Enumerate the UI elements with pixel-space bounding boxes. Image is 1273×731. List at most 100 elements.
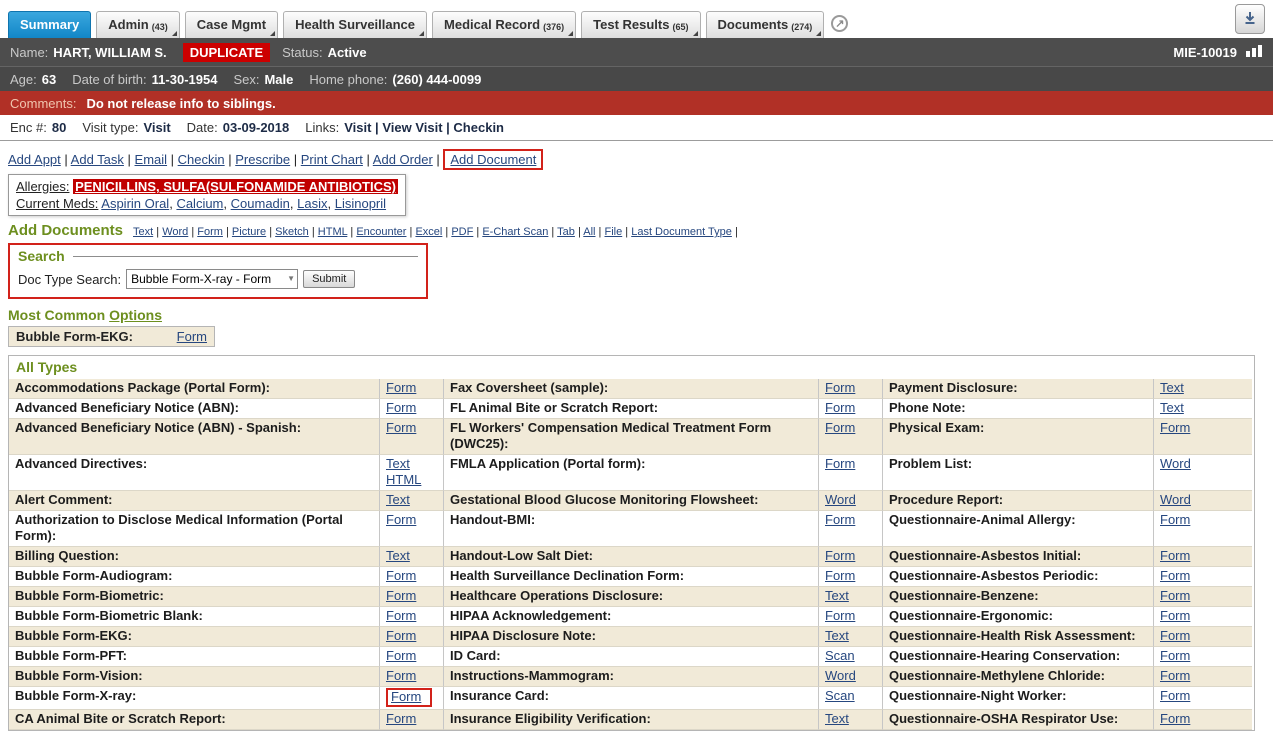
tab-documents[interactable]: Documents(274) (706, 11, 825, 38)
allergies-label-link[interactable]: Allergies: (16, 179, 69, 194)
doc-link-advanced-directives-text[interactable]: Text (386, 456, 437, 472)
doc-link-bubble-form-biometric-blank-form[interactable]: Form (386, 608, 416, 624)
encounter-link-checkin[interactable]: Checkin (453, 120, 504, 135)
encounter-link-visit[interactable]: Visit (344, 120, 371, 135)
tab-health-surveillance[interactable]: Health Surveillance (283, 11, 427, 38)
most-common-item-form-link[interactable]: Form (177, 329, 207, 344)
doc-link-health-surveillance-declination-form-form[interactable]: Form (825, 568, 855, 584)
tab-medical-record[interactable]: Medical Record(376) (432, 11, 576, 38)
tab-summary[interactable]: Summary (8, 11, 91, 38)
action-link-add-order[interactable]: Add Order (373, 152, 433, 167)
doctype-link-all[interactable]: All (583, 226, 595, 238)
most-common-options-link[interactable]: Options (109, 307, 162, 323)
doctype-link-picture[interactable]: Picture (232, 226, 266, 238)
action-links: Add Appt | Add Task | Email | Checkin | … (8, 149, 1263, 170)
doctype-link-file[interactable]: File (604, 226, 622, 238)
doc-link-accommodations-package-portal-form-form[interactable]: Form (386, 380, 416, 396)
doc-link-id-card-scan[interactable]: Scan (825, 648, 855, 664)
status-label: Status: (282, 45, 322, 60)
doc-link-problem-list-word[interactable]: Word (1160, 456, 1191, 472)
med-link-calcium[interactable]: Calcium (176, 196, 223, 211)
med-link-coumadin[interactable]: Coumadin (231, 196, 290, 211)
doc-link-bubble-form-pft-form[interactable]: Form (386, 648, 416, 664)
doctype-link-pdf[interactable]: PDF (451, 226, 473, 238)
doc-link-phone-note-text[interactable]: Text (1160, 400, 1184, 416)
doc-link-questionnaire-benzene-form[interactable]: Form (1160, 588, 1190, 604)
doc-type-links-cell: Form (380, 511, 444, 547)
action-link-print-chart[interactable]: Print Chart (301, 152, 363, 167)
current-meds-label-link[interactable]: Current Meds: (16, 196, 98, 211)
doc-link-instructions-mammogram-word[interactable]: Word (825, 668, 856, 684)
doc-link-bubble-form-vision-form[interactable]: Form (386, 668, 416, 684)
tab-admin[interactable]: Admin(43) (96, 11, 179, 38)
doc-link-bubble-form-audiogram-form[interactable]: Form (386, 568, 416, 584)
doc-link-advanced-beneficiary-notice-abn-spanish-form[interactable]: Form (386, 420, 416, 436)
doc-link-handout-bmi-form[interactable]: Form (825, 512, 855, 528)
doc-link-bubble-form-ekg-form[interactable]: Form (386, 628, 416, 644)
tab-case-mgmt[interactable]: Case Mgmt (185, 11, 278, 38)
doctype-link-sketch[interactable]: Sketch (275, 226, 309, 238)
action-link-add-document[interactable]: Add Document (450, 152, 536, 167)
doc-link-alert-comment-text[interactable]: Text (386, 492, 410, 508)
doc-link-billing-question-text[interactable]: Text (386, 548, 410, 564)
doc-link-questionnaire-osha-respirator-use-form[interactable]: Form (1160, 711, 1190, 727)
doc-link-hipaa-acknowledgement-form[interactable]: Form (825, 608, 855, 624)
doctype-link-e-chart-scan[interactable]: E-Chart Scan (482, 226, 548, 238)
patient-name: HART, WILLIAM S. (53, 45, 166, 60)
doc-link-insurance-card-scan[interactable]: Scan (825, 688, 855, 704)
doctype-link-word[interactable]: Word (162, 226, 188, 238)
demographics-bar: Age: 63 Date of birth: 11-30-1954 Sex: M… (0, 66, 1273, 91)
doc-link-authorization-to-disclose-medical-information-portal-form-form[interactable]: Form (386, 512, 416, 528)
allergy-value-link[interactable]: PENICILLINS, SULFA(SULFONAMIDE ANTIBIOTI… (73, 179, 398, 194)
doc-link-questionnaire-night-worker-form[interactable]: Form (1160, 688, 1190, 704)
download-button[interactable] (1235, 4, 1265, 34)
doc-link-fl-workers-compensation-medical-treatment-form-dwc25-form[interactable]: Form (825, 420, 855, 436)
med-link-lasix[interactable]: Lasix (297, 196, 327, 211)
doc-link-questionnaire-animal-allergy-form[interactable]: Form (1160, 512, 1190, 528)
doctype-link-tab[interactable]: Tab (557, 226, 575, 238)
doctype-link-html[interactable]: HTML (318, 226, 348, 238)
doc-link-questionnaire-ergonomic-form[interactable]: Form (1160, 608, 1190, 624)
action-link-add-appt[interactable]: Add Appt (8, 152, 61, 167)
med-link-lisinopril[interactable]: Lisinopril (335, 196, 386, 211)
action-link-prescribe[interactable]: Prescribe (235, 152, 290, 167)
doc-link-procedure-report-word[interactable]: Word (1160, 492, 1191, 508)
doc-link-ca-animal-bite-or-scratch-report-form[interactable]: Form (386, 711, 416, 727)
quickview-icon[interactable]: ↗ (831, 15, 848, 32)
doc-link-questionnaire-health-risk-assessment-form[interactable]: Form (1160, 628, 1190, 644)
doc-type-label-insurance-card: Insurance Card: (444, 687, 819, 710)
doc-link-gestational-blood-glucose-monitoring-flowsheet-word[interactable]: Word (825, 492, 856, 508)
doctype-link-form[interactable]: Form (197, 226, 223, 238)
doc-link-fmla-application-portal-form-form[interactable]: Form (825, 456, 855, 472)
encounter-link-view-visit[interactable]: View Visit (382, 120, 442, 135)
doc-link-healthcare-operations-disclosure-text[interactable]: Text (825, 588, 849, 604)
doc-link-fax-coversheet-sample-form[interactable]: Form (825, 380, 855, 396)
doctype-link-last-document-type[interactable]: Last Document Type (631, 226, 732, 238)
action-link-email[interactable]: Email (135, 152, 168, 167)
doc-type-search-input[interactable] (126, 269, 298, 289)
doctype-link-encounter[interactable]: Encounter (356, 226, 406, 238)
action-link-checkin[interactable]: Checkin (178, 152, 225, 167)
doc-link-questionnaire-hearing-conservation-form[interactable]: Form (1160, 648, 1190, 664)
doc-link-bubble-form-biometric-form[interactable]: Form (386, 588, 416, 604)
doc-link-payment-disclosure-text[interactable]: Text (1160, 380, 1184, 396)
med-link-aspirin-oral[interactable]: Aspirin Oral (101, 196, 169, 211)
doctype-link-text[interactable]: Text (133, 226, 153, 238)
tab-test-results[interactable]: Test Results(65) (581, 11, 700, 38)
doc-link-advanced-directives-html[interactable]: HTML (386, 472, 437, 488)
doc-link-questionnaire-asbestos-periodic-form[interactable]: Form (1160, 568, 1190, 584)
doctype-link-excel[interactable]: Excel (415, 226, 442, 238)
doc-link-bubble-form-x-ray-form[interactable]: Form (391, 690, 421, 704)
duplicate-badge[interactable]: DUPLICATE (183, 43, 270, 62)
doc-link-insurance-eligibility-verification-text[interactable]: Text (825, 711, 849, 727)
doc-link-fl-animal-bite-or-scratch-report-form[interactable]: Form (825, 400, 855, 416)
doc-link-physical-exam-form[interactable]: Form (1160, 420, 1190, 436)
submit-button[interactable]: Submit (303, 270, 355, 288)
bar-chart-icon[interactable] (1245, 44, 1263, 60)
doc-link-questionnaire-methylene-chloride-form[interactable]: Form (1160, 668, 1190, 684)
doc-link-handout-low-salt-diet-form[interactable]: Form (825, 548, 855, 564)
doc-link-questionnaire-asbestos-initial-form[interactable]: Form (1160, 548, 1190, 564)
doc-link-hipaa-disclosure-note-text[interactable]: Text (825, 628, 849, 644)
action-link-add-task[interactable]: Add Task (71, 152, 124, 167)
doc-link-advanced-beneficiary-notice-abn-form[interactable]: Form (386, 400, 416, 416)
